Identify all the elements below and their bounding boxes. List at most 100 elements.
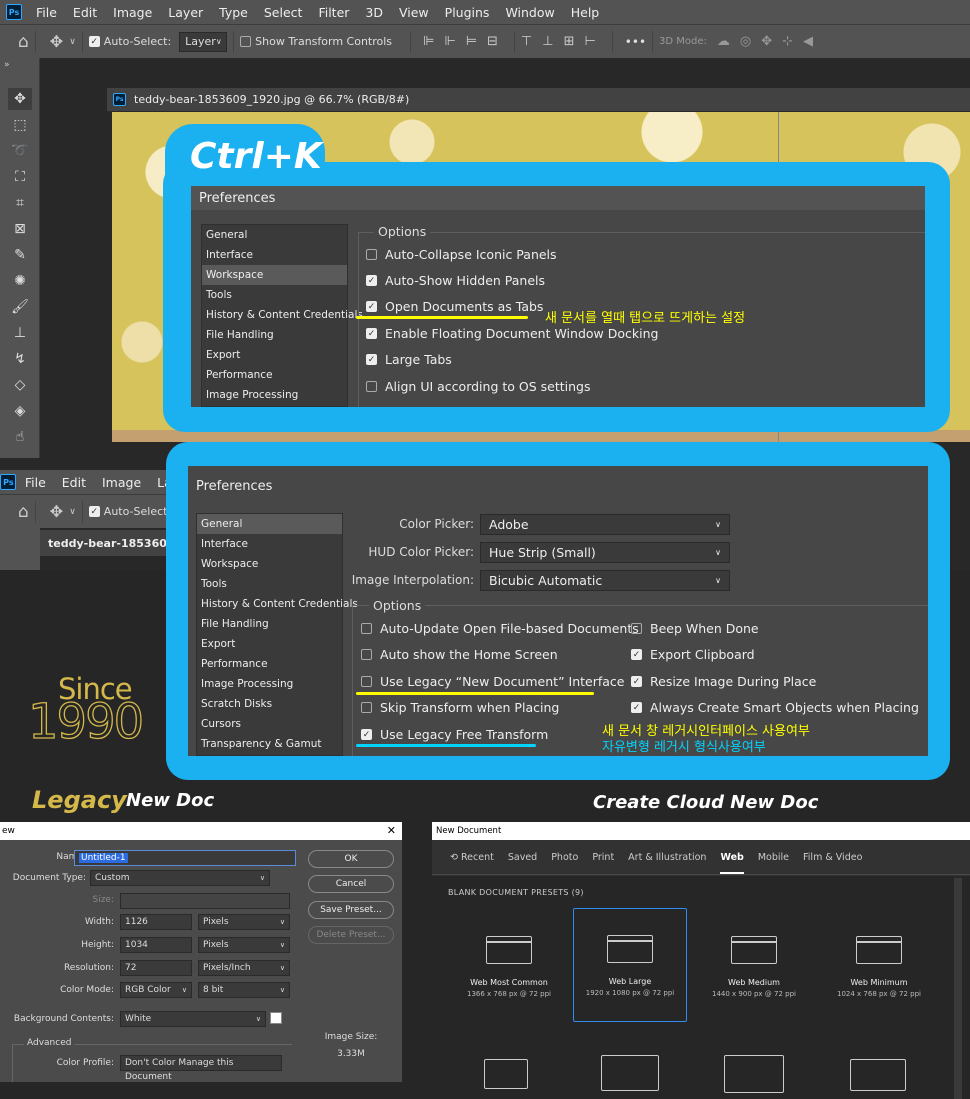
auto-select-checkbox[interactable]: ✓ — [88, 506, 100, 517]
menu-select[interactable]: Select — [256, 5, 311, 20]
tab-saved[interactable]: Saved — [508, 852, 537, 863]
scrollbar[interactable] — [954, 878, 962, 1099]
width-unit-select[interactable]: Pixels ∨ — [198, 914, 290, 930]
nav-workspace[interactable]: Workspace — [197, 554, 342, 574]
checkbox-checked[interactable]: ✓ — [366, 354, 377, 365]
checkbox-checked[interactable]: ✓ — [631, 649, 642, 660]
checkbox-unchecked[interactable] — [361, 623, 372, 634]
option-skip-transform[interactable]: Skip Transform when Placing — [361, 700, 559, 715]
height-input[interactable]: 1034 — [120, 937, 192, 953]
chevron-down-icon[interactable]: ∨ — [69, 37, 76, 47]
preset-web-minimum[interactable]: Web Minimum 1024 x 768 px @ 72 ppi — [822, 910, 936, 1024]
menu-image[interactable]: Image — [105, 5, 160, 20]
color-picker-select[interactable]: Adobe ∨ — [480, 514, 730, 535]
resolution-input[interactable]: 72 — [120, 960, 192, 976]
width-input[interactable]: 1126 — [120, 914, 192, 930]
lasso-tool-icon[interactable]: ➰ — [8, 140, 32, 162]
auto-select-checkbox[interactable]: ✓ — [88, 36, 100, 47]
nav-interface[interactable]: Interface — [202, 245, 347, 265]
checkbox-unchecked[interactable] — [361, 649, 372, 660]
menu-image[interactable]: Image — [94, 475, 149, 490]
resolution-unit-select[interactable]: Pixels/Inch ∨ — [198, 960, 290, 976]
option-smart-objects[interactable]: ✓ Always Create Smart Objects when Placin… — [631, 700, 919, 715]
menu-3d[interactable]: 3D — [357, 5, 391, 20]
nav-workspace[interactable]: Workspace — [202, 265, 347, 285]
bit-depth-select[interactable]: 8 bit ∨ — [198, 982, 290, 998]
preset-icon-row2-1[interactable] — [484, 1059, 528, 1089]
height-unit-select[interactable]: Pixels ∨ — [198, 937, 290, 953]
brush-tool-icon[interactable]: 🖌 — [8, 296, 32, 318]
nav-history[interactable]: History & Content Credentials — [202, 305, 363, 325]
checkbox-unchecked[interactable] — [361, 702, 372, 713]
menu-type[interactable]: Type — [211, 5, 256, 20]
tab-recent[interactable]: ⟲ Recent — [450, 852, 494, 863]
background-select[interactable]: White ∨ — [120, 1011, 266, 1027]
tab-mobile[interactable]: Mobile — [758, 852, 789, 863]
menu-view[interactable]: View — [391, 5, 437, 20]
eraser-icon[interactable]: ◇ — [8, 374, 32, 396]
menu-layer[interactable]: Layer — [160, 5, 211, 20]
object-select-icon[interactable]: ⛶ — [8, 166, 32, 188]
tab-web[interactable]: Web — [720, 852, 744, 874]
menu-plugins[interactable]: Plugins — [437, 5, 498, 20]
checkbox-checked[interactable]: ✓ — [631, 676, 642, 687]
nav-image-processing[interactable]: Image Processing — [202, 385, 347, 405]
option-home-screen[interactable]: Auto show the Home Screen — [361, 647, 558, 662]
hud-color-picker-select[interactable]: Hue Strip (Small) ∨ — [480, 542, 730, 563]
menu-file[interactable]: File — [28, 5, 65, 20]
document-tab[interactable]: Ps teddy-bear-1853609_1920.jpg @ 66.7% (… — [107, 88, 970, 112]
tab-film-video[interactable]: Film & Video — [803, 852, 862, 863]
option-floating-docking[interactable]: ✓ Enable Floating Document Window Docking — [366, 326, 658, 341]
crop-tool-icon[interactable]: ⌗ — [8, 192, 32, 214]
option-auto-show-hidden[interactable]: ✓ Auto-Show Hidden Panels — [366, 273, 545, 288]
menu-file[interactable]: File — [17, 475, 54, 490]
collapse-icon[interactable]: » — [4, 60, 10, 70]
preset-web-large[interactable]: Web Large 1920 x 1080 px @ 72 ppi — [573, 908, 687, 1022]
menu-filter[interactable]: Filter — [310, 5, 357, 20]
nav-cursors[interactable]: Cursors — [197, 714, 342, 734]
option-legacy-new-document[interactable]: Use Legacy “New Document” Interface — [361, 674, 624, 689]
nav-tools[interactable]: Tools — [197, 574, 342, 594]
nav-performance[interactable]: Performance — [202, 365, 347, 385]
3d-mode-icons[interactable]: ☁◎✥⊹◀ — [717, 34, 823, 49]
nav-image-processing[interactable]: Image Processing — [197, 674, 342, 694]
nav-general[interactable]: General — [202, 225, 347, 245]
option-export-clipboard[interactable]: ✓ Export Clipboard — [631, 647, 755, 662]
option-open-as-tabs[interactable]: ✓ Open Documents as Tabs — [366, 299, 543, 314]
marquee-tool-icon[interactable]: ⬚ — [8, 114, 32, 136]
show-transform-checkbox[interactable] — [240, 36, 252, 47]
option-legacy-free-transform[interactable]: ✓ Use Legacy Free Transform — [361, 727, 548, 742]
move-tool-icon[interactable]: ✥ — [8, 88, 32, 110]
nav-performance[interactable]: Performance — [197, 654, 342, 674]
checkbox-checked[interactable]: ✓ — [631, 702, 642, 713]
ok-button[interactable]: OK — [308, 850, 394, 868]
home-icon[interactable]: ⌂ — [18, 502, 29, 522]
save-preset-button[interactable]: Save Preset... — [308, 901, 394, 919]
name-input[interactable]: Untitled-1 — [74, 850, 296, 866]
paint-bucket-icon[interactable]: ◈ — [8, 400, 32, 422]
checkbox-checked[interactable]: ✓ — [366, 328, 377, 339]
option-align-ui[interactable]: Align UI according to OS settings — [366, 379, 590, 394]
move-tool-icon[interactable]: ✥ — [50, 502, 63, 521]
background-swatch[interactable] — [270, 1012, 282, 1024]
checkbox-unchecked[interactable] — [366, 381, 377, 392]
stamp-tool-icon[interactable]: ⊥ — [8, 322, 32, 344]
nav-scratch-disks[interactable]: Scratch Disks — [197, 694, 342, 714]
preset-icon-row2-3[interactable] — [724, 1055, 784, 1093]
nav-general[interactable]: General — [197, 514, 342, 534]
more-options-icon[interactable]: ••• — [625, 35, 646, 49]
close-icon[interactable]: ✕ — [387, 822, 396, 840]
checkbox-unchecked[interactable] — [361, 676, 372, 687]
distribute-icons[interactable]: ⊤⊥⊞⊢ — [521, 34, 606, 49]
nav-history[interactable]: History & Content Credentials — [197, 594, 358, 614]
color-mode-select[interactable]: RGB Color ∨ — [120, 982, 192, 998]
nav-export[interactable]: Export — [202, 345, 347, 365]
option-auto-collapse[interactable]: Auto-Collapse Iconic Panels — [366, 247, 557, 262]
tab-print[interactable]: Print — [592, 852, 614, 863]
option-beep-when-done[interactable]: Beep When Done — [631, 621, 759, 636]
checkbox-checked[interactable]: ✓ — [366, 275, 377, 286]
frame-tool-icon[interactable]: ⊠ — [8, 218, 32, 240]
menu-help[interactable]: Help — [563, 5, 608, 20]
checkbox-unchecked[interactable] — [631, 623, 642, 634]
nav-interface[interactable]: Interface — [197, 534, 342, 554]
